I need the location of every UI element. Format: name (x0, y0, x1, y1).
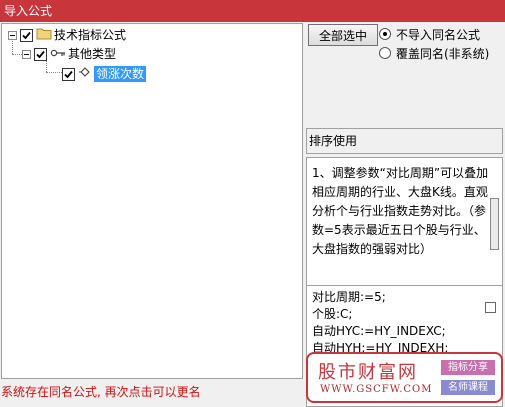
tree-node-label: 其他类型 (68, 47, 117, 61)
description-scrollbar[interactable] (490, 198, 499, 250)
tree-node-other-types[interactable]: 其他类型 (22, 46, 116, 62)
radio-skip-same-name[interactable]: 不导入同名公式 (379, 26, 480, 42)
title-bar: 导入公式 (0, 0, 505, 22)
code-line: 对比周期:=5; (312, 290, 386, 304)
watermark-brand: 股市财富网 (318, 362, 418, 383)
formula-description[interactable]: 1、调整参数“对比周期”可以叠加相应周期的行业、大盘K线。直观分析个与行业指数走… (306, 157, 503, 299)
tree-node-checkbox[interactable] (34, 47, 47, 61)
sort-usage-field[interactable]: 排序使用 (306, 128, 503, 154)
formula-tree: 技术指标公式 其他类型 领涨次数 (1, 23, 303, 379)
check-icon (22, 31, 31, 39)
tree-node-checkbox[interactable] (20, 28, 33, 42)
options-panel: 全部选中 不导入同名公式 覆盖同名(非系统) 排序使用 1、调整参数“对比周期”… (305, 23, 505, 407)
import-formula-dialog: 导入公式 技术指标公式 其他类型 领涨次数 全部选中 不导入同名公式 覆盖同名(… (0, 0, 505, 407)
select-all-button[interactable]: 全部选中 (308, 24, 378, 46)
radio-label: 覆盖同名(非系统) (396, 46, 490, 61)
tree-connector (46, 72, 62, 73)
watermark-logo: 股市财富网 WWW.GSCFW.COM 指标分享 名师课程 (306, 352, 503, 403)
tree-node-label: 领涨次数 (94, 66, 147, 82)
key-icon (50, 46, 66, 62)
tree-connector (12, 54, 22, 55)
status-message: 系统存在同名公式, 再次点击可以更名 (1, 385, 201, 399)
code-checkbox[interactable] (485, 302, 496, 313)
description-text: 1、调整参数“对比周期”可以叠加相应周期的行业、大盘K线。直观分析个与行业指数走… (312, 166, 489, 256)
collapse-icon[interactable] (22, 49, 31, 59)
watermark-badge-share: 指标分享 (441, 360, 495, 375)
collapse-icon[interactable] (8, 30, 17, 40)
check-icon (64, 70, 73, 78)
tree-node-tech-indicators[interactable]: 技术指标公式 (8, 27, 126, 43)
tree-node-checkbox[interactable] (62, 67, 75, 81)
radio-dot-icon[interactable] (379, 28, 391, 40)
code-line: 自动HYC:=HY_INDEXC; (312, 324, 446, 338)
radio-overwrite-same-name[interactable]: 覆盖同名(非系统) (379, 45, 489, 61)
code-line: 个股:C; (312, 307, 353, 321)
check-icon (36, 50, 45, 58)
watermark-url: WWW.GSCFW.COM (320, 384, 433, 395)
radio-label: 不导入同名公式 (396, 27, 481, 42)
tree-node-leading-rise-count[interactable]: 领涨次数 (62, 66, 147, 82)
folder-icon (36, 27, 52, 44)
tree-node-label: 技术指标公式 (54, 28, 127, 42)
sort-usage-label: 排序使用 (309, 134, 358, 148)
radio-dot-icon[interactable] (379, 47, 391, 59)
formula-icon (78, 66, 92, 82)
watermark-badge-course: 名师课程 (441, 380, 495, 395)
window-title: 导入公式 (4, 4, 53, 18)
